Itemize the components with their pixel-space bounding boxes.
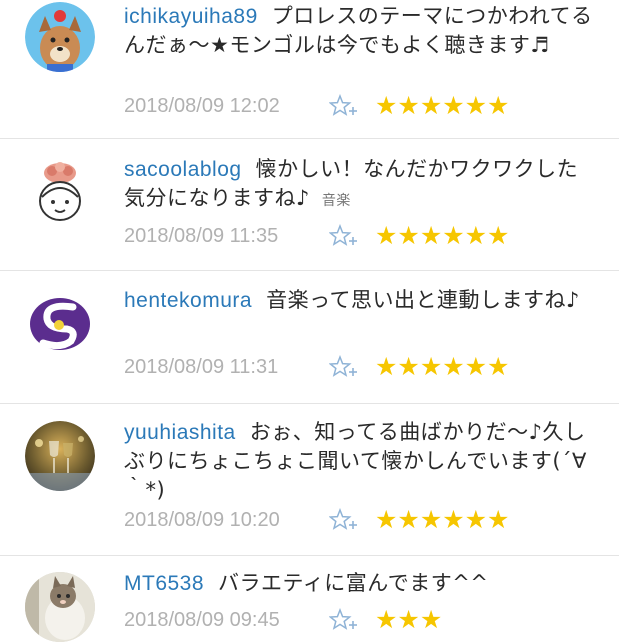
comment-meta: 2018/08/09 10:20 ★★★★★★ xyxy=(124,505,509,535)
comment-username[interactable]: hentekomura xyxy=(124,289,252,312)
comment-item: MT6538 バラエティに富んでます^^ 2018/08/09 09:45 ★★★ xyxy=(0,556,619,644)
star-plus-icon[interactable] xyxy=(329,224,359,248)
star-plus-icon[interactable] xyxy=(329,608,359,632)
category-tag[interactable]: 音楽 xyxy=(322,193,351,209)
star-rating: ★★★★★★ xyxy=(375,221,510,250)
star-plus-icon[interactable] xyxy=(329,94,359,118)
comment-body: MT6538 バラエティに富んでます^^ xyxy=(124,569,599,598)
comment-meta: 2018/08/09 11:35 ★★★★★★ xyxy=(124,221,509,251)
comment-date: 2018/08/09 10:20 xyxy=(124,508,280,531)
comment-meta: 2018/08/09 11:31 ★★★★★★ xyxy=(124,352,509,382)
comment-username[interactable]: MT6538 xyxy=(124,572,204,595)
user-avatar[interactable] xyxy=(25,572,95,642)
comment-list: ichikayuiha89 プロレスのテーマにつかわれてるんだぁ～★モンゴルは今で… xyxy=(0,0,619,644)
comment-date: 2018/08/09 09:45 xyxy=(124,608,280,631)
star-plus-icon[interactable] xyxy=(329,508,359,532)
comment-text: 音楽って思い出と連動しますね♪ xyxy=(266,288,580,312)
star-rating: ★★★★★★ xyxy=(375,505,510,534)
comment-text-block: yuuhiashita おぉ、知ってる曲ばかりだ～♪久しぶりにちょこちょこ聞いて懐… xyxy=(124,418,599,505)
comment-body: ichikayuiha89 プロレスのテーマにつかわれてるんだぁ～★モンゴルは今で… xyxy=(124,2,599,60)
star-rating: ★★★ xyxy=(375,605,443,634)
comment-date: 2018/08/09 11:35 xyxy=(124,224,279,247)
comment-body: hentekomura 音楽って思い出と連動しますね♪ xyxy=(124,286,599,315)
user-avatar[interactable] xyxy=(25,289,95,359)
star-rating: ★★★★★★ xyxy=(375,352,510,381)
user-avatar[interactable] xyxy=(25,159,95,229)
comment-text-block: ichikayuiha89 プロレスのテーマにつかわれてるんだぁ～★モンゴルは今で… xyxy=(124,2,599,60)
user-avatar[interactable] xyxy=(25,2,95,72)
star-rating: ★★★★★★ xyxy=(375,91,510,120)
comment-item: sacoolablog 懐かしい！なんだかワクワクした気分になりますね♪ 音楽 20… xyxy=(0,139,619,271)
comment-username[interactable]: ichikayuiha89 xyxy=(124,5,258,28)
comment-item: ichikayuiha89 プロレスのテーマにつかわれてるんだぁ～★モンゴルは今で… xyxy=(0,0,619,139)
star-plus-icon[interactable] xyxy=(329,355,359,379)
comment-meta: 2018/08/09 09:45 ★★★ xyxy=(124,605,442,635)
comment-text-block: hentekomura 音楽って思い出と連動しますね♪ xyxy=(124,286,599,315)
comment-meta: 2018/08/09 12:02 ★★★★★★ xyxy=(124,91,509,121)
comment-body: yuuhiashita おぉ、知ってる曲ばかりだ～♪久しぶりにちょこちょこ聞いて懐… xyxy=(124,418,599,505)
comment-item: hentekomura 音楽って思い出と連動しますね♪ 2018/08/09 11… xyxy=(0,271,619,404)
comment-body: sacoolablog 懐かしい！なんだかワクワクした気分になりますね♪ 音楽 xyxy=(124,155,599,216)
comment-text-block: sacoolablog 懐かしい！なんだかワクワクした気分になりますね♪ 音楽 xyxy=(124,155,599,216)
user-avatar[interactable] xyxy=(25,421,95,491)
comment-date: 2018/08/09 11:31 xyxy=(124,355,279,378)
comment-username[interactable]: sacoolablog xyxy=(124,158,242,181)
comment-text: バラエティに富んでます^^ xyxy=(218,571,489,595)
comment-item: yuuhiashita おぉ、知ってる曲ばかりだ～♪久しぶりにちょこちょこ聞いて懐… xyxy=(0,404,619,556)
comment-username[interactable]: yuuhiashita xyxy=(124,421,236,444)
comment-text-block: MT6538 バラエティに富んでます^^ xyxy=(124,569,599,598)
comment-date: 2018/08/09 12:02 xyxy=(124,94,280,117)
